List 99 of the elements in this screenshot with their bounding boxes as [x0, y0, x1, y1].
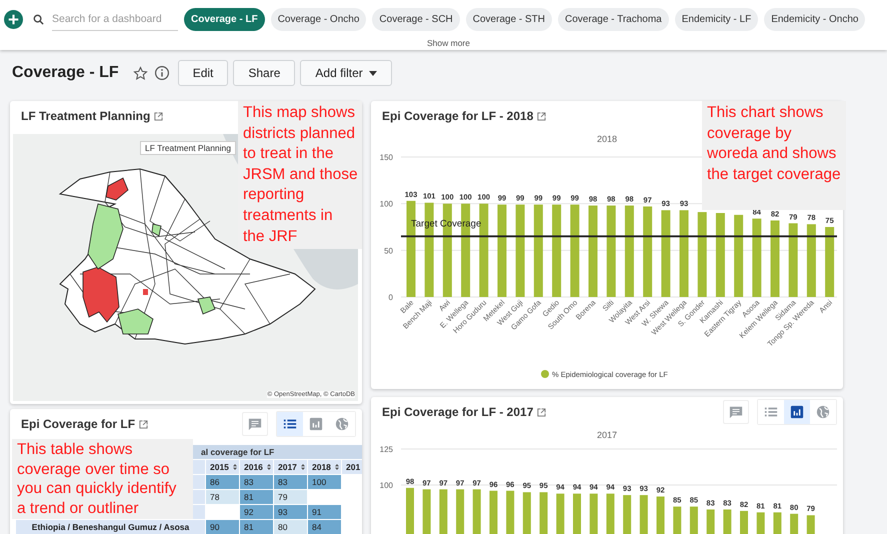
bar [490, 490, 498, 534]
comment-icon [729, 405, 743, 419]
dashboard-title: Coverage - LF [12, 64, 119, 82]
chart-title: 2018 [596, 134, 618, 144]
table-cell: 83 [278, 477, 288, 487]
bar [522, 492, 531, 534]
bar-chart-icon [309, 417, 323, 431]
table-cell: 90 [210, 522, 220, 532]
bar [825, 227, 834, 297]
bar [506, 490, 514, 534]
sort-icon [232, 464, 237, 470]
sort-icon [300, 464, 305, 470]
bar [756, 512, 765, 534]
sort-icon [334, 464, 339, 470]
bar [740, 510, 748, 534]
info-icon[interactable] [154, 65, 170, 81]
axis-tick-label: 125 [380, 445, 393, 454]
table-cell: 83 [244, 477, 254, 487]
comment-button[interactable] [242, 412, 268, 436]
search-field[interactable]: Search for a dashboard [52, 8, 178, 30]
annotation-callout: This table shows coverage over time so you can quickly identify a trend or outliner [12, 439, 193, 519]
globe-icon [816, 405, 830, 419]
table-cell: 100 [312, 477, 326, 487]
list-icon [283, 417, 297, 431]
bar [606, 494, 614, 534]
dashboard-tab[interactable]: Coverage - STH [466, 8, 552, 30]
sort-icon [266, 464, 271, 470]
annotation-callout: This map shows districts planned to treat in the JRSM and those reporting treatments in the JRF [238, 101, 362, 249]
axis-tick-label: 150 [380, 153, 393, 162]
external-link-icon[interactable] [139, 420, 148, 428]
table-cell: 81 [244, 522, 254, 532]
external-link-icon[interactable] [537, 408, 546, 416]
add-icon[interactable] [4, 10, 23, 28]
panel-title: Epi Coverage for LF - 2018 [382, 109, 534, 123]
annotation-callout: This chart shows coverage by woreda and shows the target coverage [702, 101, 846, 210]
bar [806, 515, 815, 534]
bar [723, 509, 732, 534]
panel-title: LF Treatment Planning [21, 109, 150, 123]
bar [456, 489, 464, 534]
list-icon [764, 405, 778, 419]
row-label: Ethiopia / Beneshangul Gumuz / Asosa [32, 522, 190, 532]
bar [623, 495, 632, 534]
panel-title: Epi Coverage for LF - 2017 [382, 405, 534, 419]
table-cell: 79 [278, 492, 288, 502]
dashboard-tab[interactable]: Endemicity - Oncho [764, 8, 866, 30]
bar [540, 492, 548, 534]
caret-icon [368, 70, 377, 76]
column-header[interactable]: 2016 [240, 460, 274, 474]
external-link-icon[interactable] [154, 112, 164, 120]
comment-button[interactable] [723, 400, 749, 424]
bar [706, 509, 715, 534]
table-cell: 81 [244, 492, 254, 502]
axis-tick-label: 0 [388, 293, 393, 302]
bar [406, 488, 414, 534]
bar [673, 506, 682, 534]
star-icon[interactable] [132, 66, 148, 80]
table-cell: 93 [278, 507, 288, 517]
table-cell: 91 [312, 507, 322, 517]
dashboard-tab[interactable]: Coverage - Oncho [270, 8, 366, 30]
search-icon [33, 14, 44, 24]
bar [556, 494, 564, 534]
show-more-link[interactable]: Show more [427, 38, 470, 48]
bar [790, 514, 798, 534]
bar [773, 512, 782, 534]
view-toggle[interactable] [784, 400, 810, 424]
column-header[interactable]: 2017 [274, 460, 308, 474]
map-tooltip: LF Treatment Planning [140, 141, 236, 155]
chart-title: 2017 [596, 430, 618, 440]
bar [422, 489, 431, 534]
bar-chart-icon [790, 405, 804, 419]
axis-tick-label: 100 [380, 481, 393, 490]
dashboard-tab[interactable]: Coverage - Trachoma [558, 8, 669, 30]
dashboard-tab[interactable]: Coverage - SCH [372, 8, 460, 30]
bar [640, 495, 648, 534]
panel-title: Epi Coverage for LF [21, 417, 136, 431]
table-cell: 92 [244, 507, 254, 517]
axis-tick-label: 50 [384, 246, 393, 256]
table-cell: 78 [210, 492, 220, 502]
column-header[interactable]: 2018 [308, 460, 342, 474]
table-cell: 86 [210, 477, 220, 487]
globe-icon [335, 417, 349, 431]
view-toggle[interactable] [277, 412, 303, 436]
external-link-icon[interactable] [537, 112, 546, 120]
table-cell: 80 [278, 522, 288, 532]
comment-icon [248, 417, 262, 431]
table-cell: 84 [312, 522, 322, 532]
toolbar-button[interactable]: Edit [178, 60, 228, 86]
add-filter-dropdown[interactable]: Add filter [300, 60, 392, 86]
axis-tick-label: 100 [380, 200, 393, 209]
bar [573, 494, 581, 534]
toolbar-button[interactable]: Share [233, 60, 296, 86]
column-header[interactable]: 2015 [206, 460, 240, 474]
bar [590, 494, 598, 534]
dashboard-tab[interactable]: Coverage - LF [184, 8, 265, 30]
bar [439, 489, 448, 534]
bar [472, 489, 481, 534]
bar [690, 506, 698, 534]
dashboard-tab[interactable]: Endemicity - LF [674, 8, 758, 30]
bar [656, 496, 664, 534]
